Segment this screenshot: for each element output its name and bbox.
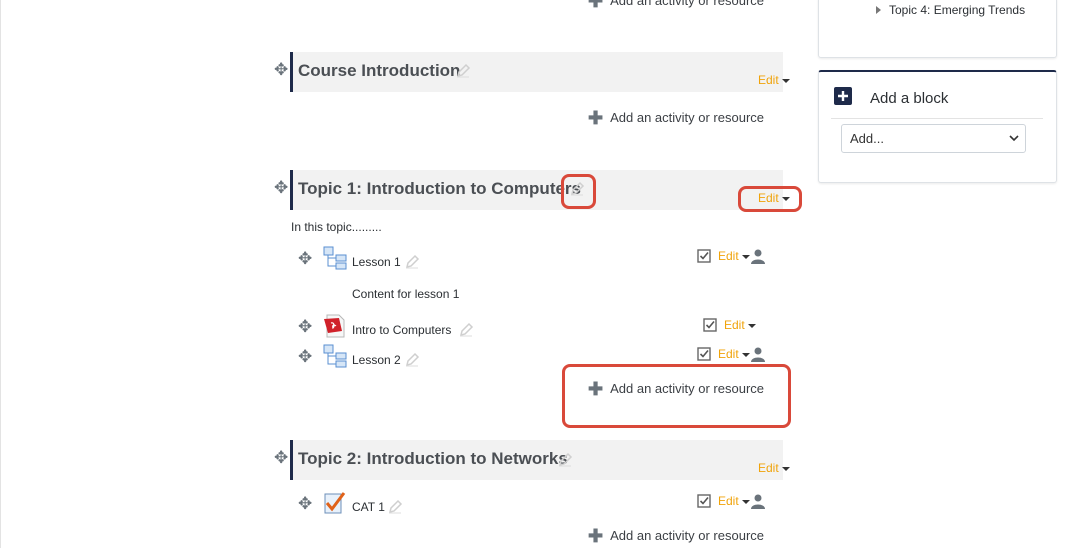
pencil-icon[interactable]	[404, 352, 420, 368]
caret-down-icon	[747, 323, 756, 328]
plus-icon: ✚	[588, 0, 604, 11]
pencil-icon[interactable]	[557, 452, 573, 468]
section-title: Topic 2: Introduction to Networks	[298, 449, 568, 468]
chevron-down-icon	[1009, 135, 1019, 142]
navigation-block: Topic 4: Emerging Trends	[818, 0, 1057, 58]
person-icon[interactable]	[750, 346, 766, 362]
plus-icon: ✚	[588, 108, 604, 128]
section-title: Topic 1: Introduction to Computers	[298, 179, 581, 198]
section-edit-menu[interactable]: Edit	[758, 73, 790, 87]
caret-down-icon	[781, 466, 790, 471]
add-activity-link[interactable]: ✚ Add an activity or resource	[588, 108, 764, 129]
divider	[831, 118, 1043, 119]
highlight-box-edit	[738, 186, 802, 212]
add-block-select[interactable]: Add...	[841, 124, 1026, 153]
lesson-icon	[323, 344, 347, 368]
highlight-box-add-activity	[562, 364, 791, 428]
section-edit-menu[interactable]: Edit	[758, 461, 790, 475]
activity-link-lesson-2[interactable]: Lesson 2	[352, 353, 401, 367]
move-icon[interactable]: ✥	[298, 348, 312, 365]
left-border	[0, 0, 1, 548]
activity-edit-menu[interactable]: Edit	[718, 347, 750, 361]
caret-down-icon	[741, 499, 750, 504]
pencil-icon[interactable]	[455, 63, 471, 79]
move-icon[interactable]: ✥	[274, 179, 288, 196]
add-block-title: Add a block	[870, 90, 949, 107]
add-block-icon	[834, 87, 852, 105]
highlight-box-pencil	[561, 174, 596, 209]
add-activity-link-top[interactable]: ✚ Add an activity or resource	[588, 0, 764, 12]
activity-description: Content for lesson 1	[352, 287, 460, 301]
pdf-icon	[324, 314, 345, 338]
caret-down-icon	[741, 352, 750, 357]
move-icon[interactable]: ✥	[274, 61, 288, 78]
pencil-icon[interactable]	[404, 254, 420, 270]
caret-down-icon	[781, 78, 790, 83]
add-activity-link[interactable]: ✚ Add an activity or resource	[588, 526, 764, 547]
nav-item-topic-4[interactable]: Topic 4: Emerging Trends	[876, 3, 1025, 17]
completion-checkbox-icon[interactable]	[703, 318, 717, 332]
move-icon[interactable]: ✥	[298, 318, 312, 335]
pencil-icon[interactable]	[387, 499, 403, 515]
quiz-icon	[324, 492, 346, 514]
person-icon[interactable]	[750, 248, 766, 264]
plus-icon: ✚	[588, 526, 604, 546]
move-icon[interactable]: ✥	[298, 495, 312, 512]
activity-link-cat-1[interactable]: CAT 1	[352, 500, 385, 514]
person-icon[interactable]	[750, 493, 766, 509]
caret-down-icon	[741, 254, 750, 259]
add-block-card: Add a block Add...	[818, 70, 1057, 183]
activity-link-intro-to-computers[interactable]: Intro to Computers	[352, 323, 451, 337]
activity-link-lesson-1[interactable]: Lesson 1	[352, 255, 401, 269]
completion-checkbox-icon[interactable]	[697, 347, 711, 361]
completion-checkbox-icon[interactable]	[697, 494, 711, 508]
pencil-icon[interactable]	[458, 322, 474, 338]
section-summary: In this topic.........	[291, 220, 382, 234]
completion-checkbox-icon[interactable]	[697, 249, 711, 263]
lesson-icon	[323, 246, 347, 270]
activity-edit-menu[interactable]: Edit	[718, 494, 750, 508]
activity-edit-menu[interactable]: Edit	[724, 318, 756, 332]
activity-edit-menu[interactable]: Edit	[718, 249, 750, 263]
caret-right-icon	[876, 6, 881, 14]
move-icon[interactable]: ✥	[274, 449, 288, 466]
section-title: Course Introduction	[298, 61, 461, 80]
move-icon[interactable]: ✥	[298, 250, 312, 267]
